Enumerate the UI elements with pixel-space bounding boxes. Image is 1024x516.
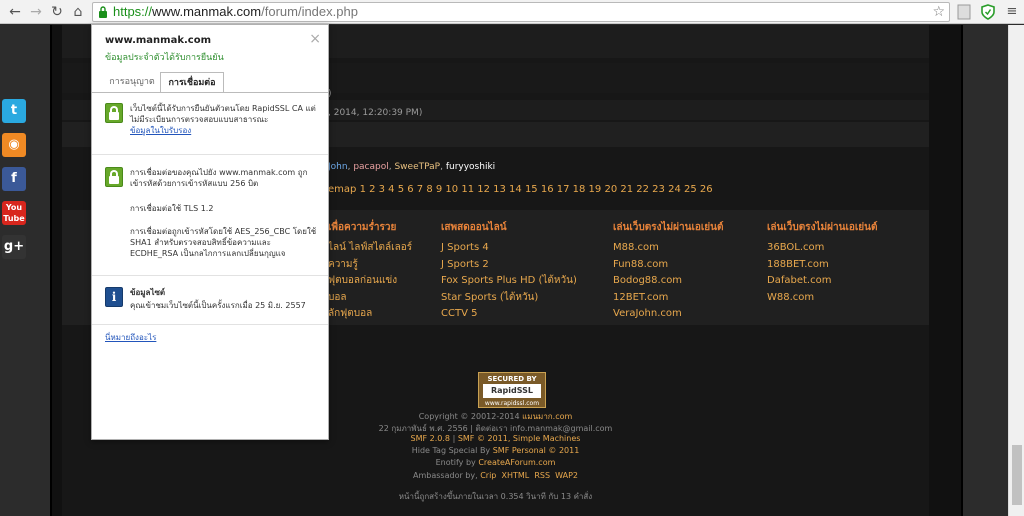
footer-link[interactable]: M88.com — [613, 240, 763, 257]
connection-cipher-text: การเชื่อมต่อถูกเข้ารหัสโดยใช้ AES_256_CB… — [130, 227, 317, 258]
footer-link[interactable]: Fox Sports Plus HD (ไต้หวัน) — [441, 273, 591, 290]
tab-divider — [92, 92, 328, 93]
address-bar[interactable]: https://www.manmak.com/forum/index.php ☆ — [92, 2, 950, 22]
identity-text: เว็บไซต์นี้ได้รับการยืนยันตัวตนโดย Rapid… — [130, 104, 316, 124]
tab-connection[interactable]: การเชื่อมต่อ — [160, 72, 224, 92]
back-icon[interactable]: ← — [6, 3, 24, 21]
rapidssl-badge[interactable]: SECURED BY RapidSSL www.rapidssl.com — [478, 372, 546, 408]
page-time: หน้านี้ถูกสร้างขึ้นภายในเวลา 0.354 วินาท… — [398, 492, 593, 501]
copyright-text: Copyright © 20012-2014 — [418, 412, 520, 421]
site-info-text: คุณเข้าชมเว็บไซต์นี้เป็นครั้งแรกเมื่อ 25… — [130, 301, 306, 310]
hide-tag-text: Hide Tag Special By — [411, 446, 491, 455]
wap2-link[interactable]: WAP2 — [555, 471, 578, 480]
twitter-icon[interactable]: t — [2, 99, 26, 123]
connection-protocol-text: การเชื่อมต่อใช้ TLS 1.2 — [130, 204, 214, 213]
footer-link[interactable]: W88.com — [767, 290, 917, 307]
lock-icon — [105, 103, 123, 123]
copyright-site-link[interactable]: แมนมาก.com — [522, 412, 572, 421]
connection-encryption-text: การเชื่อมต่อของคุณไปยัง www.manmak.com ถ… — [130, 168, 308, 188]
hide-tag-credit: Hide Tag Special By SMF Personal © 2011 — [62, 446, 929, 455]
footer-column: เล่นเว็บตรงไม่ผ่านเอเย่นต์ M88.com Fun88… — [613, 220, 763, 323]
footer-link[interactable]: CCTV 5 — [441, 306, 591, 323]
section-divider — [92, 324, 328, 325]
smf-version-link[interactable]: SMF 2.0.8 — [411, 434, 450, 443]
footer-link[interactable]: 188BET.com — [767, 257, 917, 274]
site-info-popup: www.manmak.com ข้อมูลประจำตัวได้รับการยื… — [91, 24, 329, 440]
footer-link[interactable]: J Sports 4 — [441, 240, 591, 257]
certificate-info-link[interactable]: ข้อมูลในใบรับรอง — [130, 125, 320, 136]
footer-link[interactable]: Bodog88.com — [613, 273, 763, 290]
youtube-icon-bottom: Tube — [3, 214, 25, 223]
forward-icon[interactable]: → — [27, 3, 45, 21]
facebook-icon[interactable]: f — [2, 167, 26, 191]
google-plus-icon[interactable]: g+ — [2, 235, 26, 259]
rss-link[interactable]: RSS — [534, 471, 550, 480]
member-link[interactable]: pacapol — [353, 162, 388, 172]
reload-icon[interactable]: ↻ — [48, 3, 66, 21]
enotify-text: Enotify by — [435, 458, 476, 467]
column-title: เล่นเว็บตรงไม่ผ่านเอเย่นต์ — [613, 222, 724, 233]
url-host: www.manmak.com — [152, 4, 262, 19]
home-icon[interactable]: ⌂ — [69, 3, 87, 21]
lock-icon[interactable] — [98, 6, 108, 19]
tab-permissions[interactable]: การอนุญาต — [102, 72, 162, 92]
sitemap-pages[interactable]: 1 2 3 4 5 6 7 8 9 10 11 12 13 14 15 16 1… — [360, 184, 713, 195]
scrollbar-thumb[interactable] — [1012, 445, 1022, 505]
crip-link[interactable]: Crip — [480, 471, 496, 480]
menu-icon[interactable]: ≡ — [1003, 3, 1021, 21]
smf-personal-link[interactable]: SMF Personal © 2011 — [493, 446, 580, 455]
footer-link[interactable]: Star Sports (ไต้หวัน) — [441, 290, 591, 307]
footer-link[interactable]: Dafabet.com — [767, 273, 917, 290]
member-link[interactable]: furyyoshiki — [446, 162, 495, 172]
bookmark-star-icon[interactable]: ☆ — [932, 4, 945, 20]
site-info-text-block: ข้อมูลไซต์ คุณเข้าชมเว็บไซต์นี้เป็นครั้ง… — [130, 287, 320, 311]
createaforum-link[interactable]: CreateAForum.com — [478, 458, 555, 467]
column-title: เสพสดออนไลน์ — [441, 222, 507, 233]
vertical-scrollbar[interactable] — [1008, 25, 1024, 516]
what-does-this-mean-link[interactable]: นี่หมายถึงอะไร — [105, 331, 156, 344]
footer-link[interactable]: 36BOL.com — [767, 240, 917, 257]
footer-link[interactable]: Fun88.com — [613, 257, 763, 274]
smf-separator: | — [452, 434, 456, 443]
sitemap: emap 1 2 3 4 5 6 7 8 9 10 11 12 13 14 15… — [328, 184, 713, 195]
badge-secured-by: SECURED BY — [487, 375, 537, 383]
footer-column: เสพสดออนไลน์ J Sports 4 J Sports 2 Fox S… — [441, 220, 591, 323]
smf-copyright-link[interactable]: SMF © 2011, Simple Machines — [458, 434, 581, 443]
browser-toolbar: ← → ↻ ⌂ https://www.manmak.com/forum/ind… — [0, 0, 1024, 24]
youtube-icon-top: You — [5, 203, 23, 212]
ambassador-line: Ambassador by, Crip XHTML RSS WAP2 — [62, 471, 929, 480]
close-icon[interactable]: × — [309, 31, 321, 47]
extension-page-icon[interactable] — [957, 4, 971, 20]
rss-icon[interactable]: ◉ — [2, 133, 26, 157]
member-link[interactable]: SweeTPaP — [394, 162, 440, 172]
popup-host: www.manmak.com — [105, 35, 211, 46]
footer-column: เล่นเว็บตรงไม่ผ่านเอเย่นต์ 36BOL.com 188… — [767, 220, 917, 306]
enotify-credit: Enotify by CreateAForum.com — [62, 458, 929, 467]
ambassador-text: Ambassador by, — [413, 471, 478, 480]
footer-link[interactable]: VeraJohn.com — [613, 306, 763, 323]
connection-text-block: การเชื่อมต่อของคุณไปยัง www.manmak.com ถ… — [130, 167, 320, 259]
url-scheme: https:// — [113, 4, 153, 19]
extension-shield-icon[interactable] — [981, 4, 995, 20]
youtube-icon[interactable]: You Tube — [2, 201, 26, 225]
footer-link[interactable]: 12BET.com — [613, 290, 763, 307]
xhtml-link[interactable]: XHTML — [501, 471, 529, 480]
site-info-title: ข้อมูลไซต์ — [130, 288, 166, 297]
section-divider — [92, 275, 328, 276]
info-icon: i — [105, 287, 123, 307]
lock-icon — [105, 167, 123, 187]
sitemap-label[interactable]: emap — [328, 184, 356, 195]
badge-url: www.rapidssl.com — [484, 400, 540, 407]
online-members: John, pacapol, SweeTPaP, furyyoshiki — [328, 162, 495, 172]
identity-text-block: เว็บไซต์นี้ได้รับการยืนยันตัวตนโดย Rapid… — [130, 103, 320, 136]
post-date: , 2014, 12:20:39 PM) — [328, 108, 423, 118]
identity-verified-text: ข้อมูลประจำตัวได้รับการยืนยัน — [105, 53, 224, 63]
member-link[interactable]: John — [328, 162, 348, 172]
column-title: เล่นเว็บตรงไม่ผ่านเอเย่นต์ — [767, 222, 878, 233]
badge-brand: RapidSSL — [483, 384, 541, 398]
section-divider — [92, 154, 328, 155]
url-text: https://www.manmak.com/forum/index.php — [113, 4, 358, 19]
footer-link[interactable]: J Sports 2 — [441, 257, 591, 274]
url-path: /forum/index.php — [261, 4, 358, 19]
